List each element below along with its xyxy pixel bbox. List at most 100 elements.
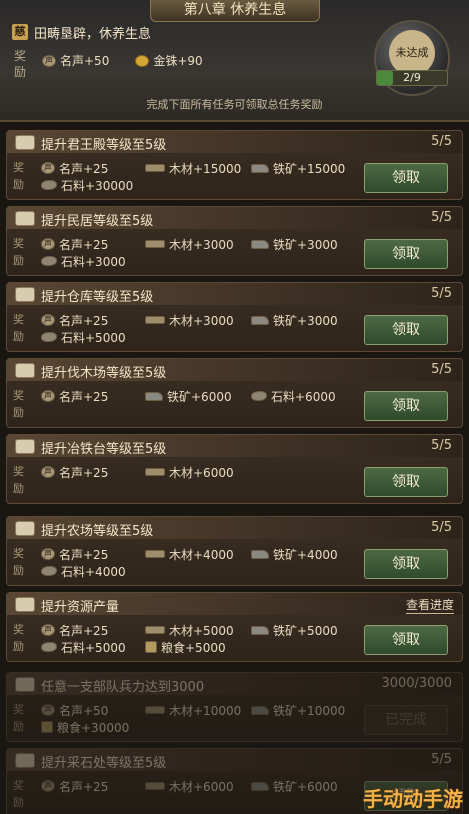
wood-icon	[145, 240, 165, 248]
reward-item: 木材+5000	[145, 622, 251, 638]
reward-label: 奖励	[13, 623, 24, 653]
task-count: 5/5	[431, 286, 452, 301]
iron-icon	[251, 239, 269, 249]
task-title: 提升资源产量	[41, 600, 120, 615]
task-rewards: 声名声+50 木材+10000 铁矿+10000 粮食+30000	[41, 702, 361, 735]
fame-icon: 声	[41, 704, 55, 716]
task-card: 提升民居等级至5级 5/5 奖励 声名声+25 木材+3000 铁矿+3000 石料+300…	[6, 206, 463, 276]
header-note: 完成下面所有任务可领取总任务奖励	[146, 98, 323, 111]
reward-item: 铁矿+3000	[251, 236, 361, 252]
task-title: 提升民居等级至5级	[41, 214, 154, 229]
reward-item: 木材+6000	[145, 778, 251, 794]
iron-icon	[251, 549, 269, 559]
task-title: 提升君王殿等级至5级	[41, 138, 167, 153]
iron-icon	[145, 391, 163, 401]
reward-item: 声名声+25	[41, 312, 145, 328]
chapter-subtitle-text: 田畴垦辟，休养生息	[34, 26, 152, 42]
task-title: 提升农场等级至5级	[41, 524, 154, 539]
task-count: 5/5	[431, 210, 452, 225]
reward-label: 奖励	[13, 547, 24, 577]
task-card: 提升农场等级至5级 5/5 奖励 声名声+25 木材+4000 铁矿+4000 石料+400…	[6, 516, 463, 586]
reward-label: 奖励	[13, 465, 24, 495]
view-progress-link[interactable]: 查看进度	[405, 596, 454, 614]
chapter-progress-bar: 2/9	[376, 70, 448, 86]
fame-icon: 声	[41, 466, 55, 478]
fame-icon: 声	[41, 390, 55, 402]
completed-button: 已完成	[364, 705, 448, 735]
reward-label: 奖励	[13, 313, 24, 343]
reward-item: 声名声+25	[41, 622, 145, 638]
task-icon	[15, 211, 35, 226]
wood-icon	[145, 468, 165, 476]
reward-item: 声名声+25	[41, 388, 145, 404]
reward-label: 奖励	[13, 779, 24, 809]
reward-item: 木材+15000	[145, 160, 251, 176]
task-icon	[15, 439, 35, 454]
fame-icon: 声	[41, 780, 55, 792]
chapter-tag-icon: 慈	[12, 24, 28, 40]
task-rewards: 声名声+25 木材+15000 铁矿+15000 石料+30000	[41, 160, 361, 193]
task-card: 提升仓库等级至5级 5/5 奖励 声名声+25 木材+3000 铁矿+3000 石料+500…	[6, 282, 463, 352]
task-title: 提升采石处等级至5级	[41, 756, 167, 771]
wood-icon	[145, 316, 165, 324]
reward-item: 木材+3000	[145, 312, 251, 328]
claim-button[interactable]: 领取	[364, 163, 448, 193]
task-title: 提升仓库等级至5级	[41, 290, 154, 305]
header-rewards: 声名声+50 金铢+90	[42, 52, 203, 69]
task-icon	[15, 135, 35, 150]
stone-icon	[41, 180, 57, 190]
stone-icon	[41, 332, 57, 342]
reward-item: 铁矿+6000	[145, 388, 251, 404]
task-card: 提升冶铁台等级至5级 5/5 奖励声名声+25 木材+6000 领取	[6, 434, 463, 504]
claim-button[interactable]: 领取	[364, 391, 448, 421]
chapter-subtitle: 慈 田畴垦辟，休养生息	[12, 23, 152, 42]
progress-fill	[377, 71, 393, 85]
wood-icon	[145, 550, 165, 558]
task-rewards: 声名声+25 木材+4000 铁矿+4000 石料+4000	[41, 546, 361, 579]
task-rewards: 声名声+25 木材+6000 铁矿+6000	[41, 778, 361, 794]
reward-item: 声名声+25	[41, 464, 145, 480]
reward-item: 铁矿+15000	[251, 160, 361, 176]
stone-icon	[251, 391, 267, 401]
reward-label: 奖励	[13, 161, 24, 191]
claim-button[interactable]: 领取	[364, 549, 448, 579]
header-reward-gold: 金铢+90	[135, 52, 203, 69]
reward-item: 石料+3000	[41, 253, 145, 269]
task-card: 提升资源产量 查看进度奖励 声名声+25 木材+5000 铁矿+5000 石料+5000 粮…	[6, 592, 463, 662]
fame-icon: 声	[41, 314, 55, 326]
stone-icon	[41, 566, 57, 576]
reward-item: 粮食+30000	[41, 719, 145, 735]
task-title: 提升伐木场等级至5级	[41, 366, 167, 381]
task-count: 5/5	[431, 362, 452, 377]
claim-button[interactable]: 领取	[364, 239, 448, 269]
wood-icon	[145, 626, 165, 634]
task-rewards: 声名声+25 木材+6000	[41, 464, 361, 480]
iron-icon	[251, 705, 269, 715]
reward-item: 木材+6000	[145, 464, 251, 480]
gold-icon	[135, 54, 150, 67]
claim-button[interactable]: 领取	[364, 315, 448, 345]
fame-icon: 声	[41, 624, 55, 636]
header-reward-label: 奖励	[14, 49, 27, 79]
task-count: 5/5	[431, 134, 452, 149]
reward-item: 石料+6000	[251, 388, 361, 404]
reward-item: 石料+5000	[41, 329, 145, 345]
iron-icon	[251, 315, 269, 325]
reward-item: 石料+4000	[41, 563, 145, 579]
wood-icon	[145, 782, 165, 790]
reward-label: 奖励	[13, 237, 24, 267]
task-rewards: 声名声+25 木材+5000 铁矿+5000 石料+5000 粮食+5000	[41, 622, 361, 655]
reward-item: 铁矿+10000	[251, 702, 361, 718]
watermark: 手动动手游	[363, 787, 463, 811]
reward-item: 石料+30000	[41, 177, 145, 193]
reward-item: 木材+4000	[145, 546, 251, 562]
reward-item: 声名声+25	[41, 160, 145, 176]
task-count: 3000/3000	[381, 676, 452, 691]
iron-icon	[251, 781, 269, 791]
task-count: 5/5	[431, 752, 452, 767]
claim-button[interactable]: 领取	[364, 625, 448, 655]
iron-icon	[251, 163, 269, 173]
progress-text: 2/9	[403, 71, 421, 84]
claim-button[interactable]: 领取	[364, 467, 448, 497]
task-card: 提升伐木场等级至5级 5/5 奖励 声名声+25 铁矿+6000 石料+6000 领取	[6, 358, 463, 428]
